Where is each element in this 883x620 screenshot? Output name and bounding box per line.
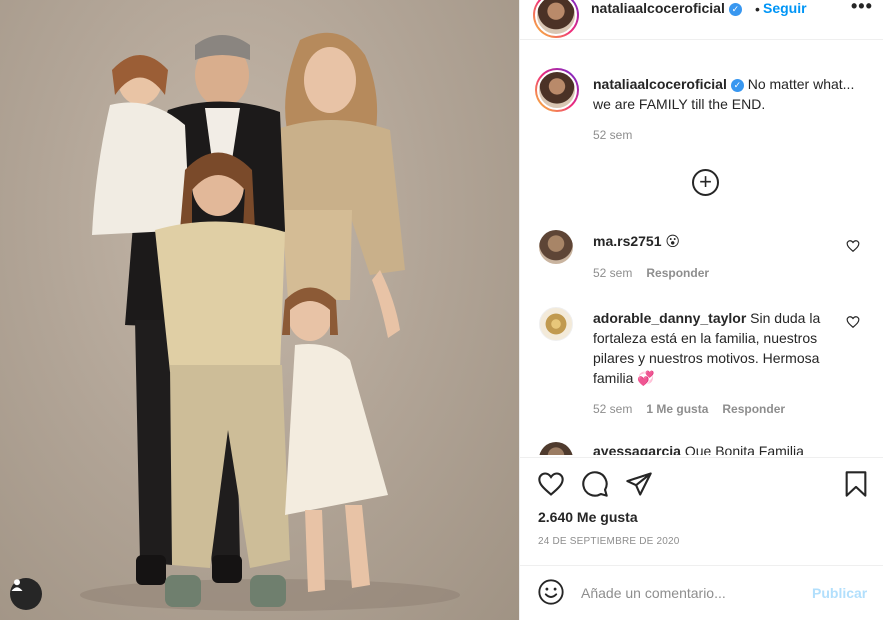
commenter-avatar[interactable] (539, 307, 573, 341)
heart-icon[interactable] (537, 470, 565, 498)
speech-bubble-icon[interactable] (581, 470, 609, 498)
comment-username[interactable]: ayessagarcia (593, 443, 681, 455)
caption-username[interactable]: nataliaalcoceroficial (593, 76, 727, 92)
caption: nataliaalcoceroficial ✓ No matter what...… (593, 74, 863, 114)
author-avatar[interactable] (533, 0, 579, 38)
comment: adorable_danny_taylor Sin duda la fortal… (593, 308, 843, 388)
user-tag-icon (11, 579, 23, 591)
paper-plane-icon[interactable] (625, 470, 653, 498)
like-count[interactable]: 2.640 Me gusta (538, 509, 638, 525)
caption-timestamp[interactable]: 52 sem (593, 128, 632, 142)
author-username[interactable]: nataliaalcoceroficial ✓ (591, 0, 742, 16)
add-comment-bar: Publicar (520, 565, 883, 620)
comment-text: 😮 (661, 233, 680, 249)
family-photo-illustration (80, 32, 460, 611)
comment-like-count[interactable]: 1 Me gusta (646, 402, 708, 416)
comment-timestamp[interactable]: 52 sem (593, 402, 632, 416)
comment: ma.rs2751 😮 (593, 231, 843, 251)
bookmark-icon[interactable] (842, 470, 870, 498)
separator-dot: • (755, 1, 760, 17)
tagged-user-icon[interactable] (10, 578, 42, 610)
post-side-panel: nataliaalcoceroficial ✓ • Seguir ••• nata… (519, 0, 883, 620)
post-actions: 2.640 Me gusta 24 de septiembre de 2020 (520, 457, 883, 561)
post-photo[interactable] (0, 0, 519, 620)
comment-text: Que Bonita Familia (680, 443, 804, 455)
follow-button[interactable]: Seguir (763, 0, 807, 16)
post-header: nataliaalcoceroficial ✓ • Seguir ••• (520, 0, 883, 40)
comment: ayessagarcia Que Bonita Familia (593, 441, 823, 455)
post-date[interactable]: 24 de septiembre de 2020 (538, 536, 680, 547)
commenter-avatar[interactable] (539, 230, 573, 264)
reply-button[interactable]: Responder (646, 266, 709, 280)
more-options-icon[interactable]: ••• (851, 0, 873, 17)
comment-username[interactable]: ma.rs2751 (593, 233, 662, 249)
comment-like-heart-icon[interactable] (846, 239, 860, 253)
load-more-comments-icon[interactable]: + (692, 169, 719, 196)
comment-like-heart-icon[interactable] (846, 315, 860, 329)
comment-meta: 52 sem Responder (593, 266, 723, 280)
comment-timestamp[interactable]: 52 sem (593, 266, 632, 280)
verified-badge-icon: ✓ (728, 3, 742, 16)
verified-badge-icon: ✓ (730, 79, 744, 92)
comments-section[interactable]: nataliaalcoceroficial ✓ No matter what...… (520, 50, 883, 455)
comment-username[interactable]: adorable_danny_taylor (593, 310, 746, 326)
comment-meta: 52 sem 1 Me gusta Responder (593, 402, 799, 416)
commenter-avatar[interactable] (539, 442, 573, 455)
reply-button[interactable]: Responder (722, 402, 785, 416)
publish-button[interactable]: Publicar (812, 585, 867, 601)
comment-input[interactable] (581, 582, 801, 604)
author-username-link[interactable]: nataliaalcoceroficial (591, 0, 725, 16)
caption-author-avatar[interactable] (535, 68, 579, 112)
smiley-icon[interactable] (537, 578, 565, 606)
